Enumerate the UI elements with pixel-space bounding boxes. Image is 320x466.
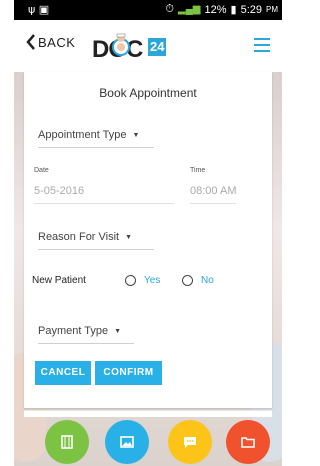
film-icon [61,435,73,449]
signal-icon: ▂▄▆ [178,4,201,15]
app-header: BACK DOC 24 [14,20,282,73]
confirm-button[interactable]: CONFIRM [95,361,162,385]
caret-down-icon: ▼ [132,131,140,139]
status-bar: ψ ▣ ⏱ ▂▄▆ 12% ▮ 5:29 PM [14,0,282,20]
appointment-type-label: Appointment Type [38,129,127,141]
battery-icon: ▮ [230,4,237,16]
radio-circle-icon [182,275,193,286]
chat-button[interactable] [168,420,212,464]
caret-down-icon: ▼ [114,327,122,335]
no-label: No [201,275,214,286]
date-field[interactable]: 5-05-2016 [34,185,174,204]
appointment-type-select[interactable]: Appointment Type ▼ [38,129,154,148]
page-title: Book Appointment [99,86,197,100]
video-button[interactable] [45,420,89,464]
card-bottom-strip [24,410,272,417]
cancel-button[interactable]: CANCEL [35,361,91,385]
chat-icon [184,437,196,448]
hamburger-menu-icon[interactable] [254,38,270,56]
date-label: Date [34,167,49,174]
notification-icons: ψ ▣ [28,3,50,16]
back-label: BACK [38,34,76,50]
time-label: Time [190,167,206,174]
chevron-left-icon [26,34,35,50]
reason-label: Reason For Visit [38,231,120,243]
alarm-icon: ⏱ [165,3,175,15]
new-patient-yes-radio[interactable]: Yes [125,275,160,286]
caret-down-icon: ▼ [125,233,133,241]
new-patient-label: New Patient [32,275,86,286]
gallery-button[interactable] [105,420,149,464]
yes-label: Yes [144,275,161,286]
image-icon [120,436,134,448]
payment-type-select[interactable]: Payment Type ▼ [38,325,134,344]
radio-circle-icon [125,275,136,286]
time-field[interactable]: 08:00 AM [190,185,236,204]
folder-button[interactable] [226,420,270,464]
logo-number: 24 [148,38,167,56]
reason-for-visit-select[interactable]: Reason For Visit ▼ [38,231,154,250]
clock: 5:29 [240,3,262,16]
back-button[interactable]: BACK [26,34,75,50]
battery-percent: 12% [204,3,227,16]
payment-type-label: Payment Type [38,325,109,337]
booking-card: Book Appointment Appointment Type ▼ Date … [24,72,272,408]
doc24-logo: DOC 24 [92,28,172,64]
status-right: ⏱ ▂▄▆ 12% ▮ 5:29 PM [165,3,278,16]
new-patient-no-radio[interactable]: No [182,275,214,286]
doctor-logo-icon [112,33,130,56]
clock-ampm: PM [266,5,278,14]
phone-screen: ψ ▣ ⏱ ▂▄▆ 12% ▮ 5:29 PM BACK DOC 24 [14,0,282,466]
folder-icon [241,437,255,448]
